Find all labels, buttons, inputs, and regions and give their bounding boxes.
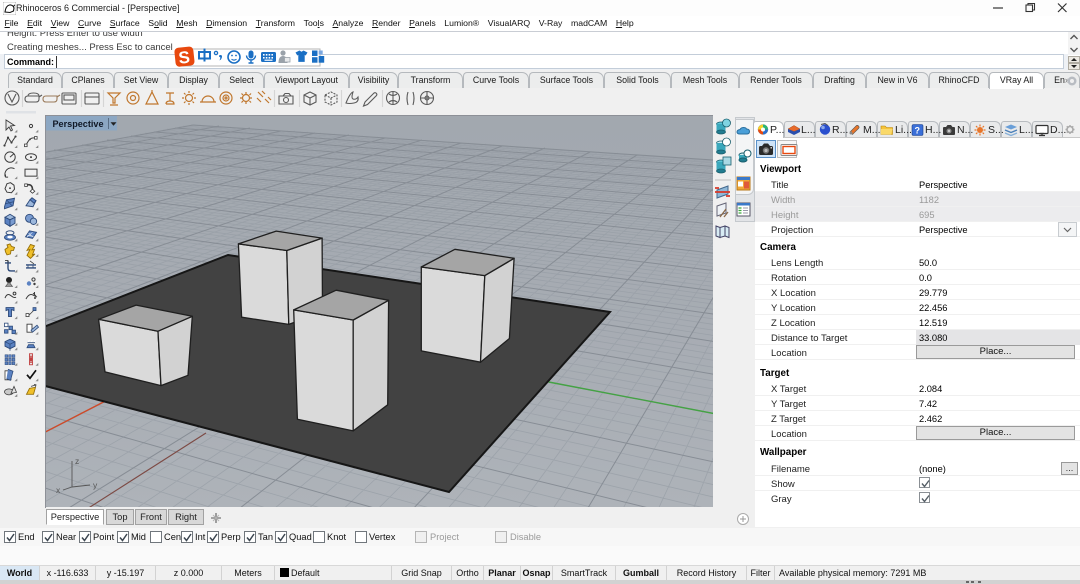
svg-text:?: ? [915, 126, 921, 136]
svg-text:D...: D... [1050, 124, 1066, 136]
svg-text:L...: L... [801, 124, 816, 136]
svg-text:R...: R... [832, 124, 848, 136]
svg-text:S: S [178, 48, 191, 68]
svg-text:M...: M... [863, 124, 881, 136]
svg-text:z: z [75, 456, 79, 466]
svg-text:Perspective: Perspective [53, 119, 104, 130]
svg-text:Li...: Li... [895, 124, 912, 136]
svg-text:L...: L... [1019, 124, 1034, 136]
svg-text:N...: N... [957, 124, 973, 136]
svg-text:S...: S... [988, 124, 1004, 136]
svg-text:P...: P... [770, 124, 784, 136]
svg-text:H...: H... [925, 124, 941, 136]
